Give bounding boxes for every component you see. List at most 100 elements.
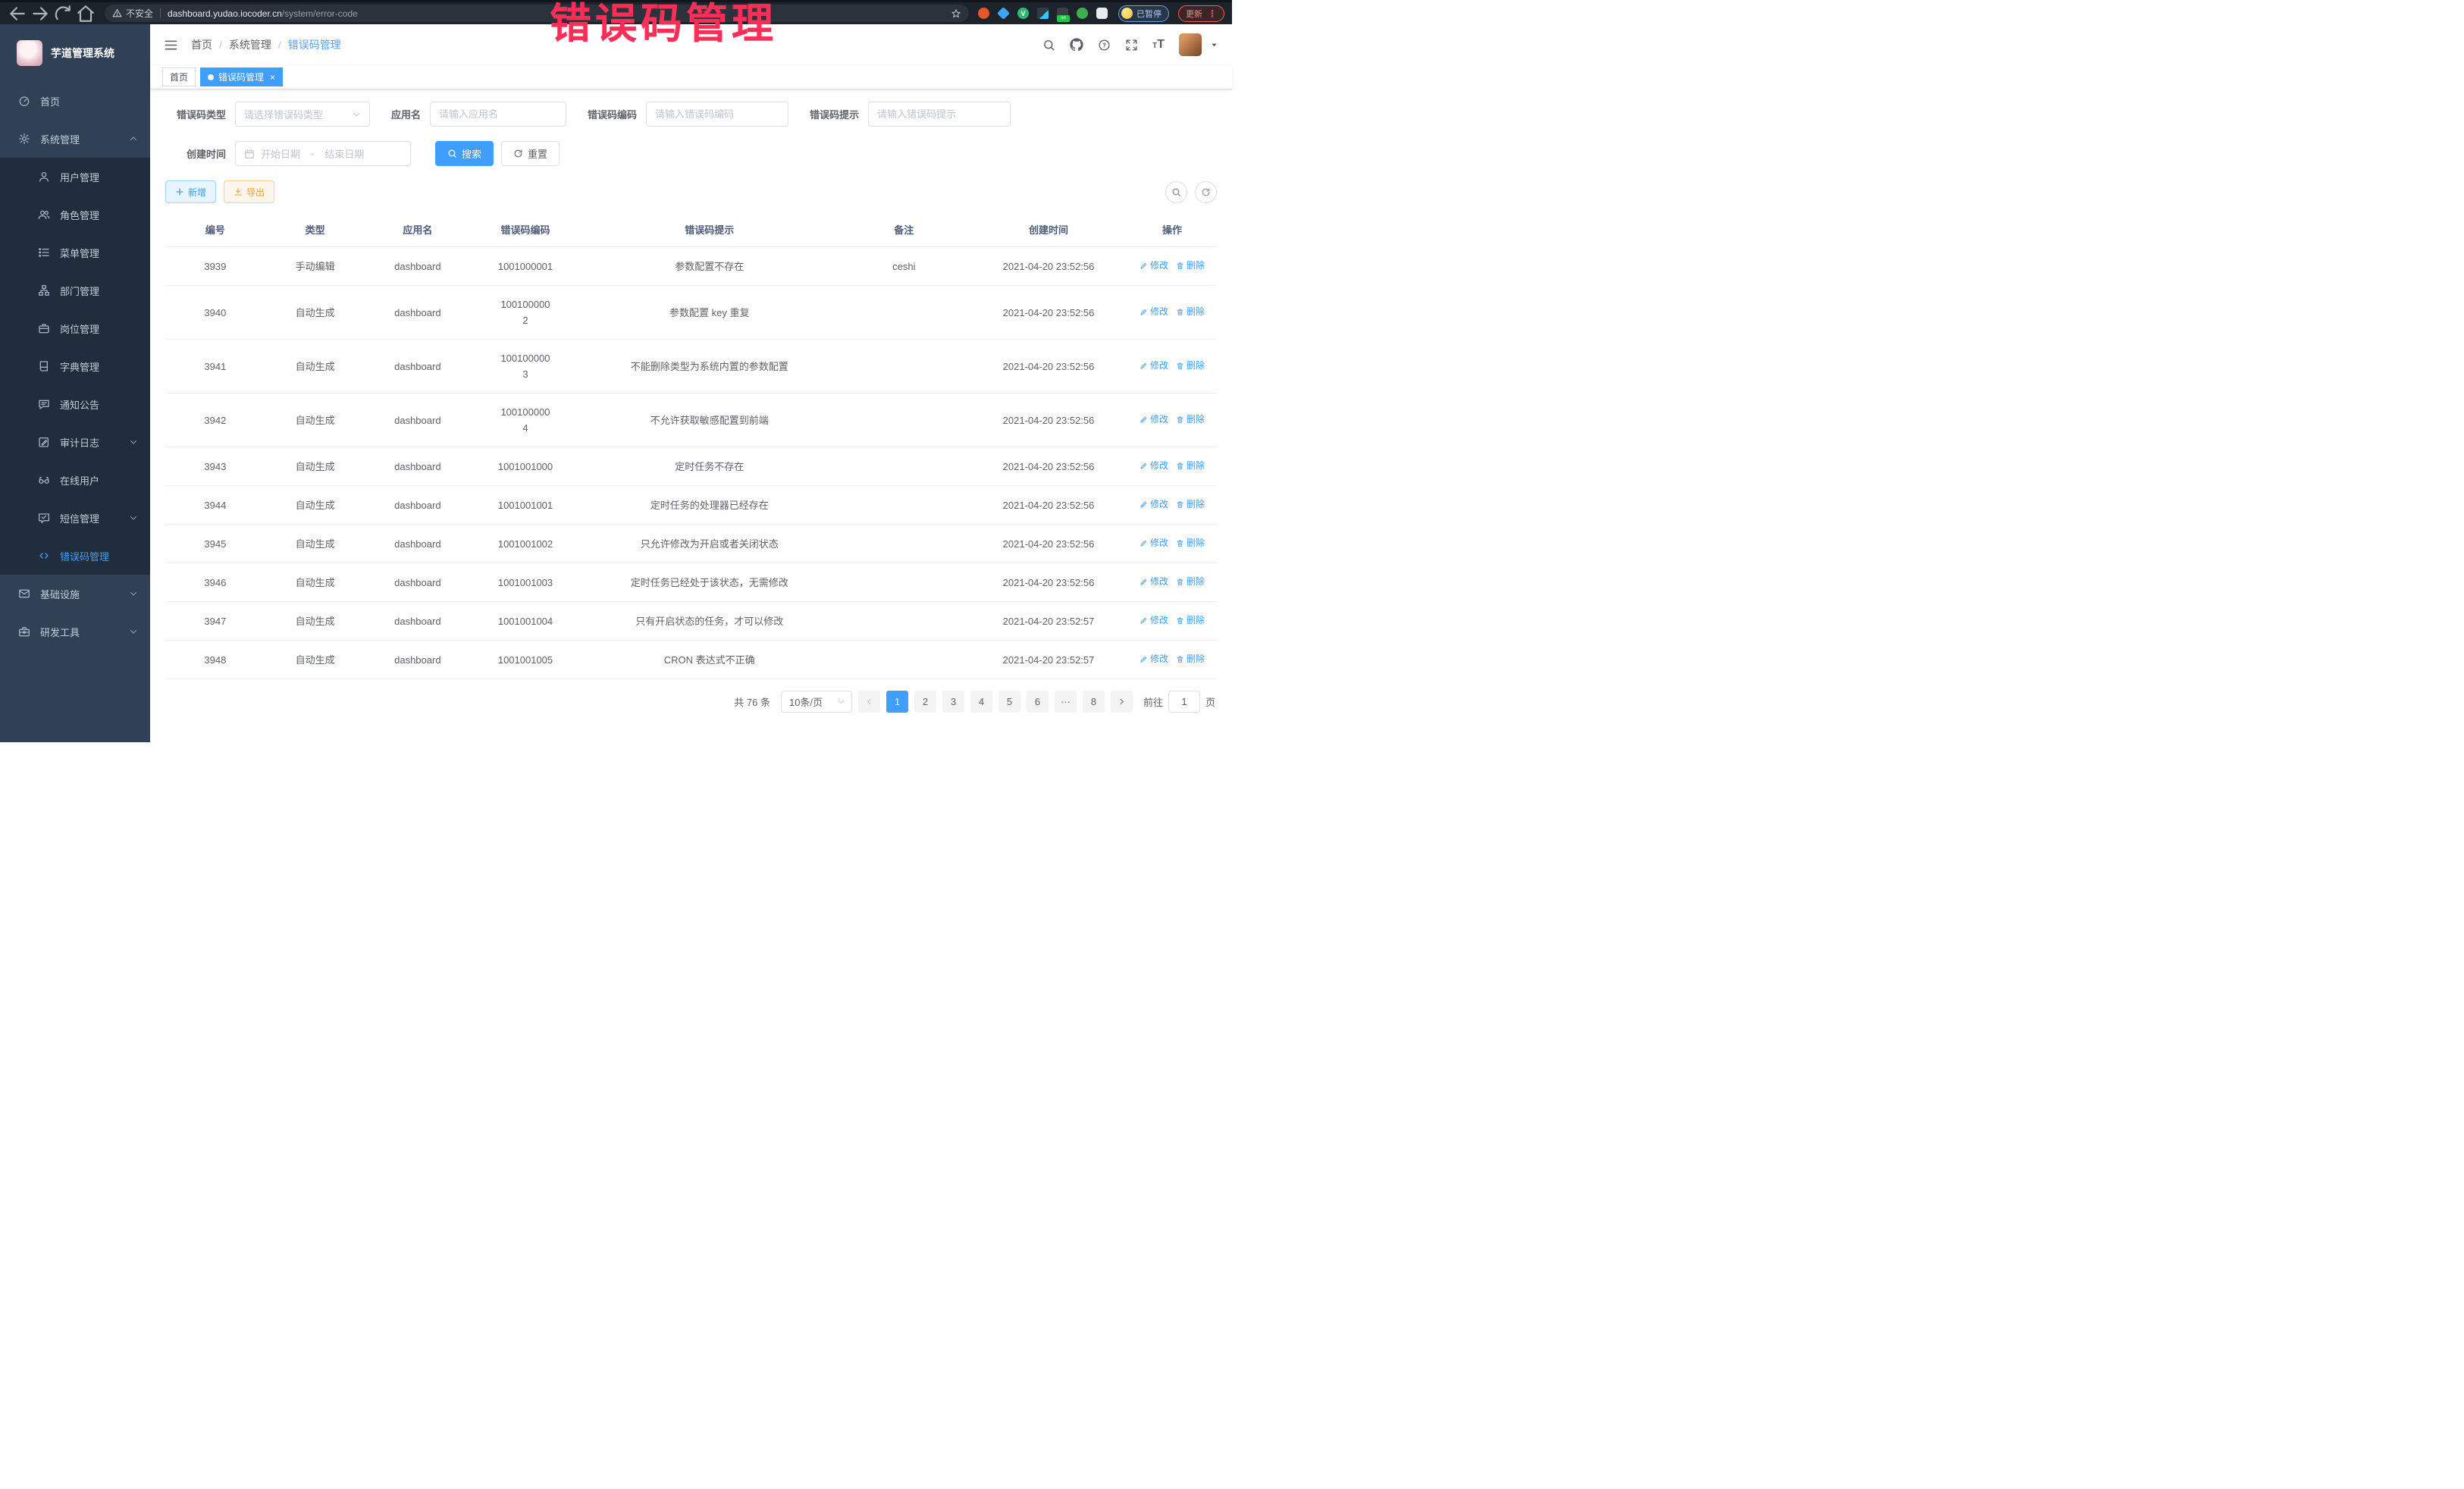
not-secure-badge[interactable]: 不安全: [112, 7, 153, 20]
cell-code: 1001000003: [470, 340, 581, 393]
search-icon: [447, 149, 457, 158]
prev-page-button[interactable]: [858, 691, 880, 713]
page-size-select[interactable]: 10条/页: [781, 691, 852, 713]
edit-link[interactable]: 修改: [1140, 535, 1168, 551]
page-ellipsis[interactable]: ···: [1055, 691, 1077, 713]
tag-error-code[interactable]: 错误码管理 ×: [200, 67, 283, 86]
error-type-select[interactable]: 请选择错误码类型: [235, 102, 370, 127]
delete-link[interactable]: 删除: [1176, 497, 1205, 513]
table-row: 3944自动生成dashboard1001001001定时任务的处理器已经存在2…: [165, 486, 1217, 525]
next-page-button[interactable]: [1111, 691, 1133, 713]
extension-icon[interactable]: V: [1017, 8, 1029, 19]
browser-menu-icon[interactable]: ⋮: [1208, 8, 1217, 19]
bookmark-star-icon[interactable]: [951, 8, 961, 19]
cell-code: 1001000004: [470, 393, 581, 447]
edit-link[interactable]: 修改: [1140, 412, 1168, 428]
page-button-4[interactable]: 4: [970, 691, 992, 713]
refresh-table-button[interactable]: [1195, 181, 1217, 203]
profile-chip[interactable]: 已暂停: [1118, 5, 1169, 22]
edit-link[interactable]: 修改: [1140, 574, 1168, 590]
close-icon[interactable]: ×: [270, 72, 275, 83]
sidebar-item-sms[interactable]: 短信管理: [0, 499, 150, 537]
edit-link[interactable]: 修改: [1140, 458, 1168, 474]
sidebar-item-menu[interactable]: 菜单管理: [0, 234, 150, 271]
error-msg-input[interactable]: [868, 102, 1011, 127]
address-bar[interactable]: 不安全 dashboard.yudao.iocoder.cn/system/er…: [105, 5, 969, 22]
delete-link[interactable]: 删除: [1176, 651, 1205, 667]
delete-link[interactable]: 删除: [1176, 304, 1205, 320]
extension-icon[interactable]: [1057, 8, 1068, 19]
sidebar-item-post[interactable]: 岗位管理: [0, 309, 150, 347]
reload-icon[interactable]: [53, 5, 73, 23]
forward-icon[interactable]: [30, 5, 50, 23]
user-avatar[interactable]: [1179, 33, 1202, 56]
delete-link[interactable]: 删除: [1176, 613, 1205, 629]
pen-icon: [1140, 308, 1148, 316]
delete-link[interactable]: 删除: [1176, 412, 1205, 428]
sidebar-item-dev-tools[interactable]: 研发工具: [0, 613, 150, 650]
sidebar-item-online-user[interactable]: 在线用户: [0, 461, 150, 499]
sidebar-item-home[interactable]: 首页: [0, 82, 150, 120]
table-row: 3947自动生成dashboard1001001004只有开启状态的任务，才可以…: [165, 602, 1217, 641]
hamburger-icon[interactable]: [164, 38, 178, 52]
puzzle-extensions-icon[interactable]: [1096, 8, 1108, 19]
page-button-2[interactable]: 2: [914, 691, 936, 713]
breadcrumb-system[interactable]: 系统管理: [229, 37, 271, 52]
help-icon[interactable]: ?: [1098, 39, 1111, 52]
sidebar-item-user[interactable]: 用户管理: [0, 158, 150, 196]
cell-actions: 修改删除: [1127, 641, 1217, 679]
delete-link[interactable]: 删除: [1176, 458, 1205, 474]
sidebar-item-role[interactable]: 角色管理: [0, 196, 150, 234]
back-icon[interactable]: [8, 5, 27, 23]
chevron-down-icon[interactable]: [1210, 41, 1218, 49]
tag-home[interactable]: 首页: [162, 67, 196, 86]
extension-icon[interactable]: [1077, 8, 1088, 19]
search-icon[interactable]: [1042, 39, 1055, 52]
calendar-icon: [244, 149, 255, 159]
error-code-input[interactable]: [646, 102, 788, 127]
sidebar-item-audit-log[interactable]: 审计日志: [0, 423, 150, 461]
sidebar-item-infra[interactable]: 基础设施: [0, 575, 150, 613]
trash-icon: [1176, 462, 1184, 470]
sidebar-item-system[interactable]: 系统管理: [0, 120, 150, 158]
export-button[interactable]: 导出: [224, 180, 274, 203]
page-button-6[interactable]: 6: [1027, 691, 1049, 713]
reset-button[interactable]: 重置: [501, 141, 560, 166]
home-icon[interactable]: [76, 5, 96, 23]
search-button[interactable]: 搜索: [435, 141, 494, 166]
delete-link[interactable]: 删除: [1176, 535, 1205, 551]
browser-update-button[interactable]: 更新 ⋮: [1178, 5, 1224, 22]
edit-link[interactable]: 修改: [1140, 613, 1168, 629]
table-row: 3945自动生成dashboard1001001002只允许修改为开启或者关闭状…: [165, 525, 1217, 563]
font-size-icon[interactable]: TT: [1152, 39, 1165, 50]
page-button-5[interactable]: 5: [998, 691, 1020, 713]
app-name-input[interactable]: [430, 102, 566, 127]
cell-actions: 修改删除: [1127, 563, 1217, 602]
edit-link[interactable]: 修改: [1140, 651, 1168, 667]
goto-page-input[interactable]: [1168, 691, 1200, 713]
date-range-picker[interactable]: 开始日期 - 结束日期: [235, 141, 411, 166]
add-button[interactable]: 新增: [165, 180, 216, 203]
extension-icon[interactable]: [997, 7, 1010, 20]
breadcrumb-home[interactable]: 首页: [191, 37, 212, 52]
edit-link[interactable]: 修改: [1140, 358, 1168, 374]
page-button-8[interactable]: 8: [1083, 691, 1105, 713]
delete-link[interactable]: 删除: [1176, 358, 1205, 374]
sidebar-item-error-code[interactable]: 错误码管理: [0, 537, 150, 575]
sidebar-item-notice[interactable]: 通知公告: [0, 385, 150, 423]
sidebar-item-dict[interactable]: 字典管理: [0, 347, 150, 385]
fullscreen-icon[interactable]: [1125, 39, 1138, 52]
github-icon[interactable]: [1070, 38, 1083, 52]
page-label: 页: [1205, 694, 1215, 709]
toggle-search-button[interactable]: [1165, 181, 1187, 203]
extension-icon[interactable]: [1037, 8, 1049, 19]
edit-link[interactable]: 修改: [1140, 304, 1168, 320]
edit-link[interactable]: 修改: [1140, 497, 1168, 513]
delete-link[interactable]: 删除: [1176, 258, 1205, 274]
edit-link[interactable]: 修改: [1140, 258, 1168, 274]
page-button-3[interactable]: 3: [942, 691, 964, 713]
page-button-1[interactable]: 1: [886, 691, 908, 713]
delete-link[interactable]: 删除: [1176, 574, 1205, 590]
sidebar-item-dept[interactable]: 部门管理: [0, 271, 150, 309]
extension-icon[interactable]: [978, 8, 989, 19]
